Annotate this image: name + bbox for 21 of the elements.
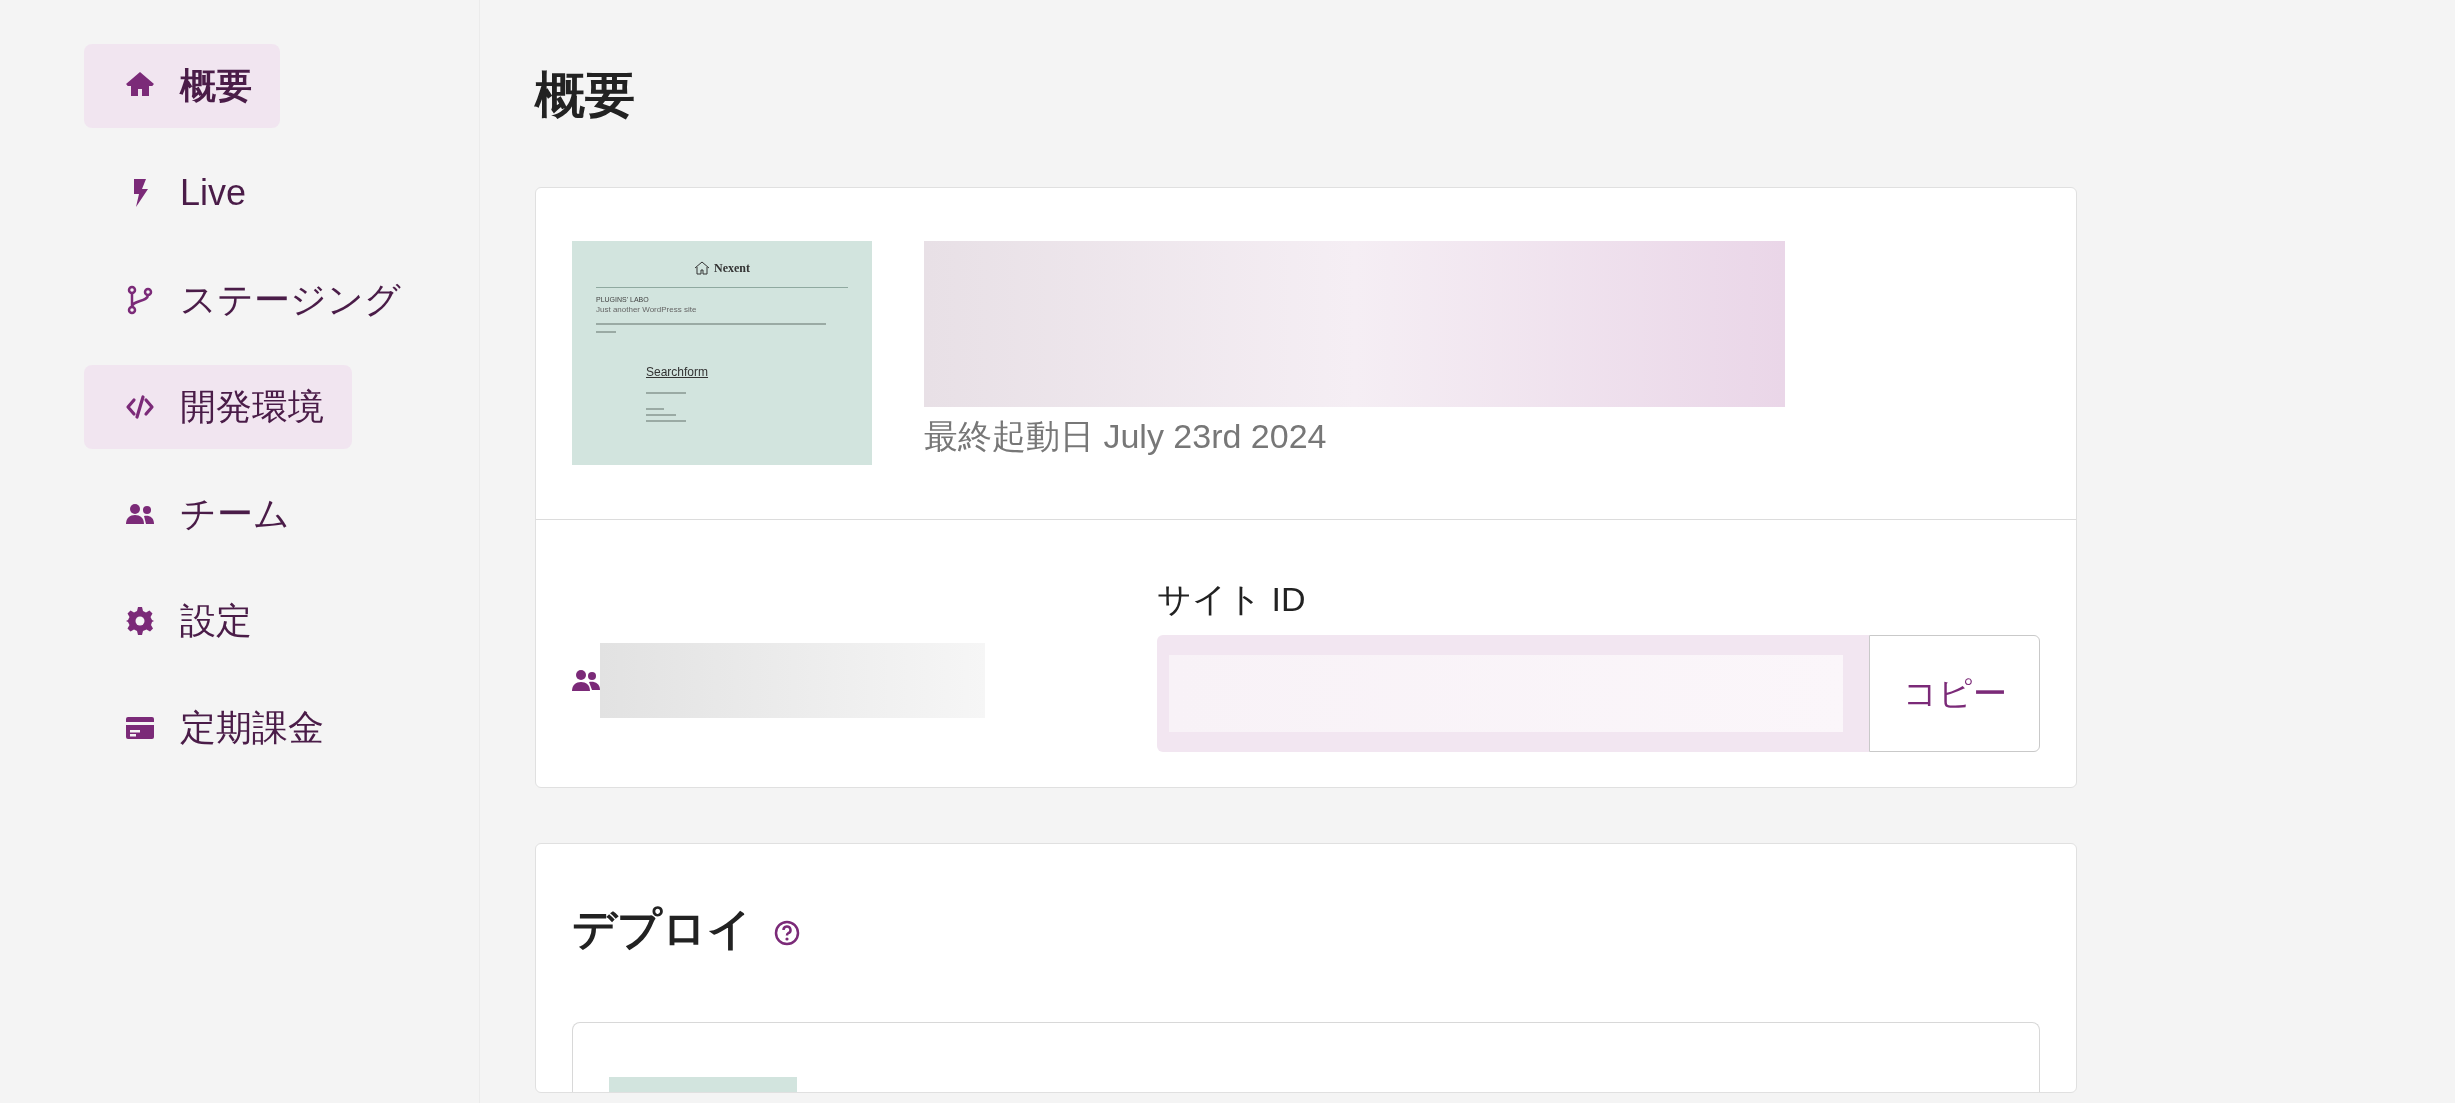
site-id-field[interactable] bbox=[1157, 634, 1869, 752]
users-icon bbox=[572, 668, 600, 693]
sidebar-item[interactable]: 設定 bbox=[84, 579, 280, 663]
site-logo-text: Nexent bbox=[714, 260, 750, 277]
sidebar-item[interactable]: 開発環境 bbox=[84, 365, 352, 449]
deploy-title: デプロイ bbox=[572, 902, 752, 955]
house-logo-icon bbox=[694, 261, 710, 275]
sidebar-item[interactable]: ステージング bbox=[84, 258, 429, 342]
sidebar-item[interactable]: 概要 bbox=[84, 44, 280, 128]
site-heading-text: Searchform bbox=[646, 364, 710, 380]
help-icon[interactable] bbox=[774, 919, 800, 946]
site-body-drawing bbox=[646, 391, 686, 422]
page-title: 概要 bbox=[535, 70, 636, 125]
sidebar-item[interactable]: チーム bbox=[84, 472, 318, 556]
site-id-label: サイト ID bbox=[1157, 579, 1307, 620]
sidebar-item[interactable]: 定期課金 bbox=[84, 686, 352, 770]
sidebar-item[interactable]: Live bbox=[84, 151, 275, 235]
last-started-date: 最終起動日 July 23rd 2024 bbox=[924, 416, 1328, 457]
settings-icon bbox=[124, 605, 156, 637]
site-tagline-text: Just another WordPress site bbox=[596, 304, 698, 315]
copy-button[interactable]: コピー bbox=[1869, 634, 2040, 752]
